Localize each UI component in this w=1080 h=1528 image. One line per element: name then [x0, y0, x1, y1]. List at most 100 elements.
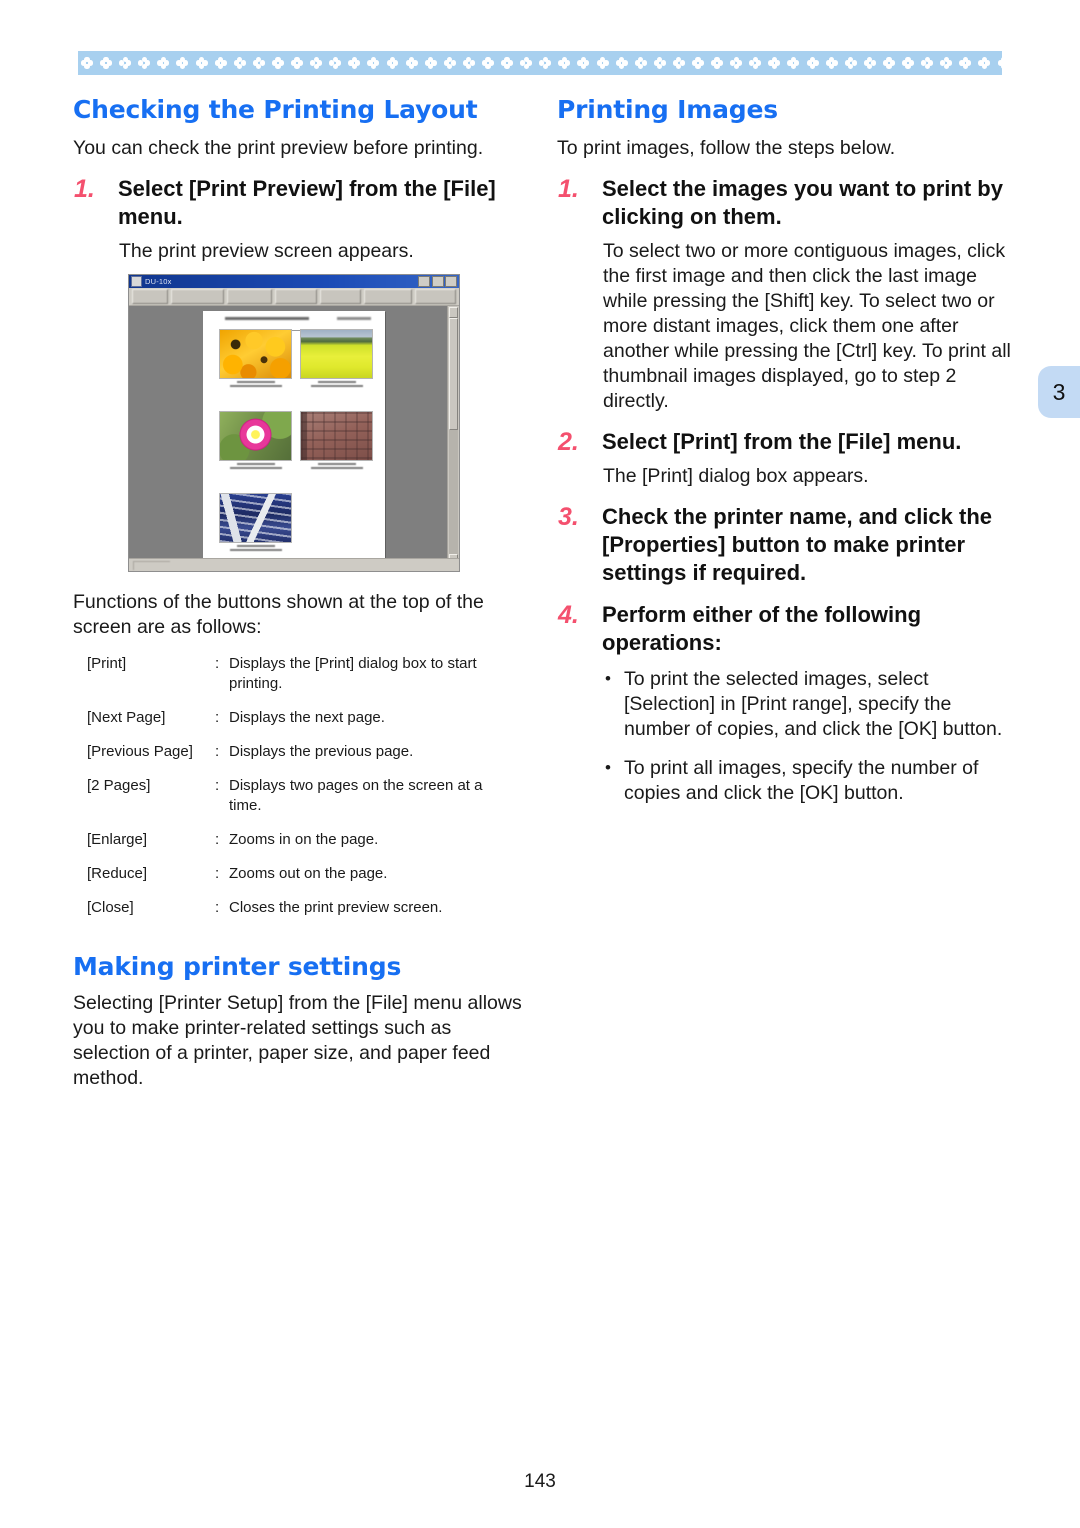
clover-motif-icon [233, 57, 246, 69]
function-description: Zooms out on the page. [229, 865, 388, 882]
print-preview-window-screenshot: DU-10x [128, 274, 460, 572]
clover-motif-icon [634, 57, 647, 69]
function-name: [Close] [87, 899, 134, 916]
clover-motif-icon [577, 57, 590, 69]
left-step-1: 1. Select [Print Preview] from the [File… [73, 175, 528, 231]
step-4-options-list: To print the selected images, select [Se… [603, 666, 1012, 806]
clover-motif-icon [615, 57, 628, 69]
list-item: To print all images, specify the number … [603, 755, 1012, 806]
window-controls [418, 276, 457, 287]
right-step-2: 2. Select [Print] from the [File] menu. [557, 428, 1012, 456]
minimize-icon[interactable] [418, 276, 430, 287]
clover-motif-icon [882, 57, 895, 69]
preview-toolbar-button[interactable] [319, 289, 362, 304]
app-icon [131, 276, 142, 287]
clover-motif-icon [481, 57, 494, 69]
preview-thumbnail-item [300, 329, 373, 388]
preview-toolbar-button[interactable] [226, 289, 273, 304]
clover-motif-icon [310, 57, 323, 69]
preview-thumbnail-grid [211, 329, 377, 552]
clover-motif-icon [176, 57, 189, 69]
thumbnail-caption [307, 463, 367, 470]
scrollbar-thumb[interactable] [449, 318, 458, 430]
function-separator: : [215, 865, 220, 882]
clover-motif-icon [329, 57, 342, 69]
screenshot-window-title: DU-10x [145, 277, 172, 286]
thumbnail-caption [226, 463, 286, 470]
function-name: [Reduce] [87, 865, 148, 882]
clover-motif-icon [195, 57, 208, 69]
clover-motif-icon [539, 57, 552, 69]
thumbnail-image-pink-flower [219, 411, 292, 461]
clover-motif-icon [902, 57, 915, 69]
clover-motif-icon [825, 57, 838, 69]
table-row: [Previous Page]: Displays the previous pa… [87, 742, 519, 776]
function-description: Closes the print preview screen. [229, 899, 443, 916]
right-column: Printing Images To print images, follow … [557, 95, 1012, 820]
table-row: [2 Pages]: Displays two pages on the scre… [87, 776, 519, 830]
table-row: [Next Page]: Displays the next page. [87, 708, 519, 742]
right-step-3: 3. Check the printer name, and click the… [557, 503, 1012, 587]
clover-motif-icon [138, 57, 151, 69]
left-step-1-number: 1. [74, 175, 95, 203]
decorative-top-band [78, 51, 1002, 75]
function-name: [2 Pages] [87, 777, 151, 794]
clover-motif-icon [157, 57, 170, 69]
clover-motif-icon [730, 57, 743, 69]
function-name: [Previous Page] [87, 743, 193, 760]
making-printer-settings-paragraph: Selecting [Printer Setup] from the [File… [73, 992, 522, 1089]
clover-motif-icon [214, 57, 227, 69]
clover-motif-icon [596, 57, 609, 69]
thumbnail-image-rapeseed-field [300, 329, 373, 379]
clover-motif-icon [940, 57, 953, 69]
right-step-2-title: Select [Print] from the [File] menu. [602, 429, 962, 454]
clover-motif-icon [462, 57, 475, 69]
preview-toolbar-button[interactable] [132, 289, 168, 304]
right-step-4: 4. Perform either of the following opera… [557, 601, 1012, 657]
preview-toolbar-button[interactable] [170, 289, 224, 304]
left-step-1-body: The print preview screen appears. [119, 240, 414, 262]
page-number-footer: 143 [524, 1471, 556, 1492]
preview-thumbnail-item [300, 411, 373, 470]
button-functions-table: [Print]: Displays the [Print] dialog box … [87, 654, 519, 932]
clover-motif-icon [81, 57, 93, 69]
clover-motif-icon [367, 57, 380, 69]
function-separator: : [215, 743, 220, 760]
clover-motif-icon [501, 57, 514, 69]
preview-vertical-scrollbar[interactable] [447, 306, 459, 566]
clover-motif-icon [863, 57, 876, 69]
right-section-heading: Printing Images [557, 95, 778, 124]
function-separator: : [215, 709, 220, 726]
maximize-icon[interactable] [431, 276, 444, 287]
table-row: [Enlarge]: Zooms in on the page. [87, 830, 519, 864]
preview-page-header [211, 317, 377, 320]
left-intro-paragraph: You can check the print preview before p… [73, 137, 484, 159]
preview-toolbar-button[interactable] [275, 289, 317, 304]
clover-motif-icon [672, 57, 685, 69]
preview-page-sheet [203, 311, 385, 558]
function-separator: : [215, 777, 220, 794]
function-name: [Enlarge] [87, 831, 148, 848]
right-step-2-body: The [Print] dialog box appears. [603, 465, 869, 487]
preview-toolbar-button[interactable] [414, 289, 456, 304]
clover-motif-icon [959, 57, 972, 69]
clover-motif-icon [348, 57, 361, 69]
function-description: Displays the next page. [229, 709, 385, 726]
thumbnail-image-marigold [219, 329, 292, 379]
clover-motif-icon [252, 57, 265, 69]
preview-toolbar-button[interactable] [364, 289, 412, 304]
close-icon[interactable] [445, 276, 457, 287]
table-row: [Reduce]: Zooms out on the page. [87, 864, 519, 898]
preview-thumbnail-item [219, 493, 292, 552]
function-description: Zooms in on the page. [229, 831, 379, 848]
scroll-up-arrow-icon[interactable] [449, 307, 458, 318]
right-step-4-title: Perform either of the following operatio… [602, 602, 922, 655]
clover-motif-icon [291, 57, 304, 69]
right-step-3-number: 3. [558, 503, 579, 531]
function-separator: : [215, 899, 220, 916]
clover-motif-icon [711, 57, 724, 69]
making-printer-settings-heading: Making printer settings [73, 952, 402, 981]
clover-motif-icon [119, 57, 132, 69]
clover-motif-icon [100, 57, 113, 69]
clover-motif-icon [271, 57, 284, 69]
